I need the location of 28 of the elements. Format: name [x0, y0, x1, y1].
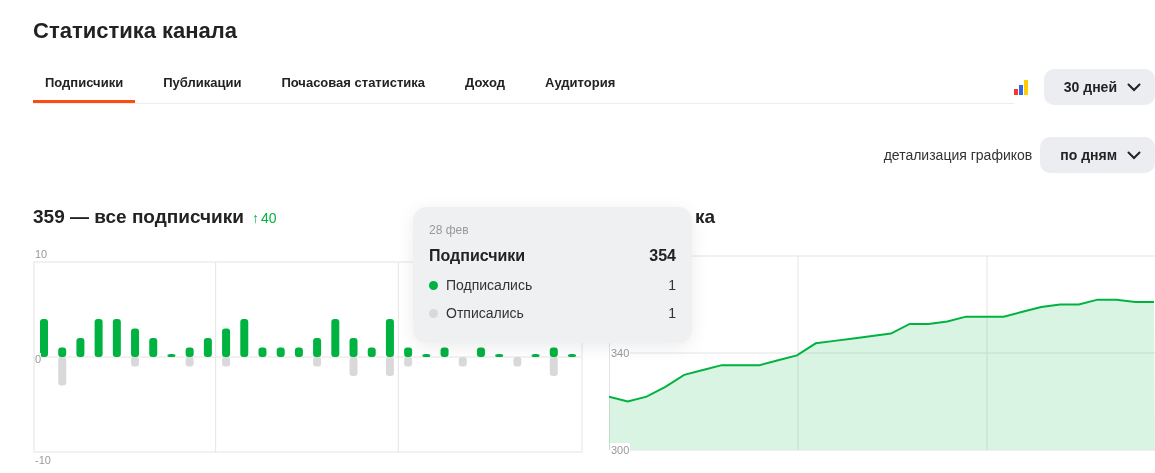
- tab[interactable]: Доход: [453, 65, 518, 103]
- bar-chart-icon[interactable]: [1013, 79, 1030, 95]
- tab[interactable]: Подписчики: [33, 65, 136, 103]
- detail-label: детализация графиков: [883, 147, 1033, 163]
- dropdown-button[interactable]: по дням: [1040, 137, 1155, 173]
- dropdown-button[interactable]: 30 дней: [1043, 69, 1155, 105]
- tab[interactable]: Почасовая статистика: [269, 65, 438, 103]
- chevron-down-icon: [1127, 150, 1141, 160]
- arrow-up-icon: ↑: [251, 210, 259, 226]
- axis-label: 10: [35, 248, 48, 260]
- page-title: Статистика канала: [33, 18, 239, 45]
- chart-title: ка: [694, 205, 717, 229]
- legend-value: 1: [668, 305, 676, 321]
- subscriber-delta: 40: [260, 210, 277, 226]
- legend-label: Подписались: [446, 277, 533, 293]
- axis-label: -10: [35, 454, 51, 466]
- tab[interactable]: Публикации: [151, 65, 254, 103]
- legend-value: 1: [668, 277, 676, 293]
- legend-label: Отписались: [446, 305, 524, 321]
- tooltip-value: 354: [649, 247, 676, 265]
- axis-label: 300: [610, 443, 631, 457]
- tooltip-title: Подписчики: [429, 247, 526, 265]
- axis-label: 340: [610, 346, 631, 360]
- tab[interactable]: Аудитория: [533, 65, 628, 103]
- subscriber-total: 359 — все подписчики: [33, 206, 244, 228]
- tooltip-date: 28 фев: [429, 223, 470, 237]
- chevron-down-icon: [1127, 82, 1141, 92]
- axis-label: 0: [35, 353, 42, 365]
